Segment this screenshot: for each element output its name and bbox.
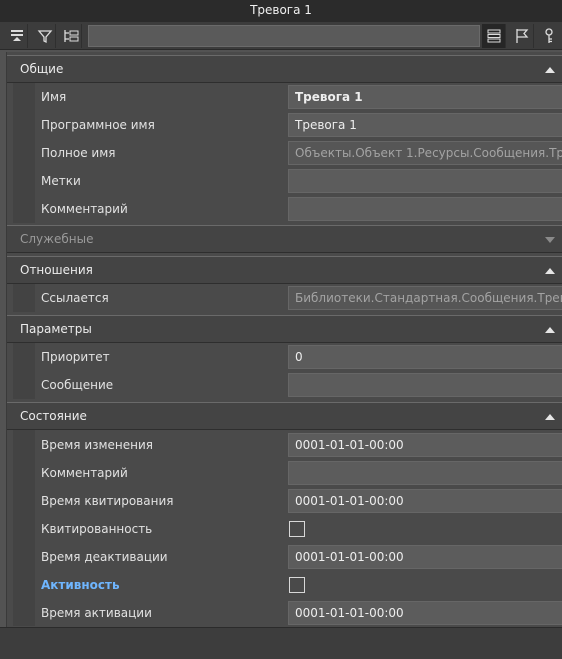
deactivation-time-field[interactable]: 0001-01-01-00:00	[288, 545, 562, 569]
acknowledged-checkbox[interactable]	[289, 521, 305, 537]
property-label-highlighted: Активность	[41, 578, 120, 592]
collapse-icon[interactable]	[545, 67, 555, 73]
flag-icon[interactable]	[510, 24, 534, 48]
key-icon[interactable]	[538, 24, 560, 48]
list-view-icon[interactable]	[482, 24, 506, 48]
property-grid: Общие Имя Тревога 1 Программное имя Трев…	[6, 52, 562, 627]
section-title: Состояние	[20, 409, 87, 423]
property-row: Время деактивации 0001-01-01-00:00	[7, 543, 562, 571]
section-header-relations[interactable]: Отношения	[7, 256, 562, 284]
property-row: Комментарий	[7, 195, 562, 223]
sort-icon[interactable]	[6, 24, 28, 48]
property-row: Активность	[7, 571, 562, 599]
section-title: Параметры	[20, 322, 92, 336]
property-row: Время активации 0001-01-01-00:00	[7, 599, 562, 627]
property-row: Метки	[7, 167, 562, 195]
tree-icon[interactable]	[60, 24, 82, 48]
property-label: Полное имя	[41, 146, 116, 160]
filter-icon[interactable]	[34, 24, 56, 48]
name-field[interactable]: Тревога 1	[288, 85, 562, 109]
section-title: Отношения	[20, 263, 93, 277]
expand-icon[interactable]	[545, 237, 555, 243]
property-row: Полное имя Объекты.Объект 1.Ресурсы.Сооб…	[7, 139, 562, 167]
property-label: Время изменения	[41, 438, 154, 452]
section-header-params[interactable]: Параметры	[7, 315, 562, 343]
full-name-field: Объекты.Объект 1.Ресурсы.Сообщения.Трево…	[288, 141, 562, 165]
priority-field[interactable]: 0	[288, 345, 562, 369]
references-field: Библиотеки.Стандартная.Сообщения.Тревога	[288, 286, 562, 310]
section-header-general[interactable]: Общие	[7, 55, 562, 83]
property-label: Время квитирования	[41, 494, 174, 508]
property-row: Квитированность	[7, 515, 562, 543]
state-comment-field[interactable]	[288, 461, 562, 485]
toolbar	[0, 22, 562, 50]
property-label: Квитированность	[41, 522, 153, 536]
property-row: Время изменения 0001-01-01-00:00	[7, 431, 562, 459]
window-title: Тревога 1	[0, 0, 562, 22]
property-label: Время активации	[41, 606, 152, 620]
section-title: Служебные	[20, 232, 94, 246]
section-title: Общие	[20, 62, 64, 76]
property-label: Метки	[41, 174, 81, 188]
property-row: Комментарий	[7, 459, 562, 487]
property-label: Время деактивации	[41, 550, 168, 564]
property-label: Имя	[41, 90, 67, 104]
ack-time-field[interactable]: 0001-01-01-00:00	[288, 489, 562, 513]
property-label: Комментарий	[41, 466, 128, 480]
property-row: Программное имя Тревога 1	[7, 111, 562, 139]
activation-time-field[interactable]: 0001-01-01-00:00	[288, 601, 562, 625]
change-time-field[interactable]: 0001-01-01-00:00	[288, 433, 562, 457]
active-checkbox[interactable]	[289, 577, 305, 593]
tags-field[interactable]	[288, 169, 562, 193]
property-row: Приоритет 0	[7, 343, 562, 371]
property-row: Ссылается Библиотеки.Стандартная.Сообщен…	[7, 284, 562, 312]
section-header-service[interactable]: Служебные	[7, 225, 562, 253]
property-label: Программное имя	[41, 118, 155, 132]
property-label: Сообщение	[41, 378, 114, 392]
section-header-state[interactable]: Состояние	[7, 402, 562, 430]
property-label: Приоритет	[41, 350, 110, 364]
message-field[interactable]	[288, 373, 562, 397]
search-input[interactable]	[88, 25, 480, 47]
collapse-icon[interactable]	[545, 327, 555, 333]
property-row: Сообщение	[7, 371, 562, 399]
collapse-icon[interactable]	[545, 414, 555, 420]
property-row: Время квитирования 0001-01-01-00:00	[7, 487, 562, 515]
program-name-field[interactable]: Тревога 1	[288, 113, 562, 137]
comment-field[interactable]	[288, 197, 562, 221]
property-row: Имя Тревога 1	[7, 83, 562, 111]
collapse-icon[interactable]	[545, 268, 555, 274]
property-label: Ссылается	[41, 291, 109, 305]
bottom-panel	[0, 627, 562, 659]
property-label: Комментарий	[41, 202, 128, 216]
